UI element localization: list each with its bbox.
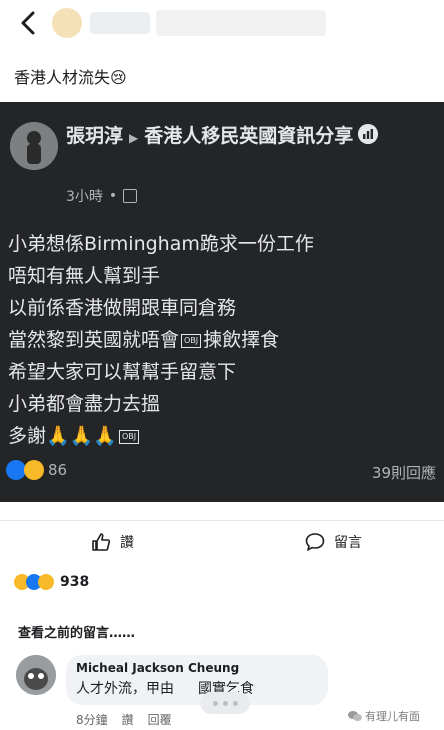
care-reaction-icon <box>24 460 44 480</box>
outer-reactions[interactable]: 938 <box>14 574 89 590</box>
like-button-label: 讚 <box>120 535 134 551</box>
audience-icon <box>123 189 138 203</box>
post-comment-count[interactable]: 39則回應 <box>372 462 436 483</box>
outer-reaction-count: 938 <box>60 574 90 590</box>
post-body: 小弟想係Birmingham跪求一份工作 唔知有無人幫到手 以前係香港做開跟車同… <box>8 228 438 452</box>
thumb-up-icon <box>92 533 111 551</box>
like-button[interactable]: 讚 <box>90 531 134 553</box>
top-bar <box>0 0 444 52</box>
obj-placeholder-icon: OBJ <box>118 429 140 444</box>
comment-icon <box>305 533 325 551</box>
comment-text: 人才外流，甲由 國實乞食 <box>76 681 254 697</box>
comment-button[interactable]: 留言 <box>304 531 362 553</box>
arrow-right-icon: ▶ <box>129 131 139 145</box>
comment-bubble: Micheal Jackson Cheung 人才外流，甲由 國實乞食 <box>66 655 328 705</box>
post-line: 唔知有無人幫到手 <box>8 265 161 287</box>
view-previous-comments-link[interactable]: 查看之前的留言…… <box>18 622 135 641</box>
post-meta: 3小時 • <box>66 186 138 206</box>
post-author-group-line: 張玥淳 ▶ 香港人移民英國資訊分享 <box>66 122 386 152</box>
watermark-text: 有理儿有面 <box>365 710 420 723</box>
action-bar: 讚 留言 <box>0 520 444 566</box>
obj-placeholder-icon: OBJ <box>181 333 202 348</box>
comment-like-link[interactable]: 讚 <box>122 711 134 728</box>
comment-reply-link[interactable]: 回覆 <box>148 711 172 728</box>
wow-reaction-icon <box>38 574 54 590</box>
post-line: 小弟都會盡力去搵 <box>8 393 161 415</box>
blurred-profile-header <box>52 8 326 38</box>
post-line: 以前係香港做開跟車同倉務 <box>8 297 237 319</box>
post-line: 當然黎到英國就唔會 OBJ 揀飲擇食 <box>8 329 280 351</box>
watermark: 有理儿有面 <box>348 708 420 724</box>
post-line: 多謝🙏🙏🙏 OBJ <box>8 420 438 452</box>
author-name[interactable]: 張玥淳 <box>66 125 123 147</box>
comment-meta: 8分鐘 讚 回覆 <box>76 711 172 728</box>
post-reaction-count: 86 <box>48 461 68 479</box>
back-chevron-icon[interactable] <box>14 8 44 38</box>
shared-post-card: 張玥淳 ▶ 香港人移民英國資訊分享 3小時 • 小弟想係Birmingham跪求一份… <box>0 102 444 502</box>
commenter-avatar[interactable] <box>16 655 56 695</box>
group-name[interactable]: 香港人移民英國資訊分享 <box>144 125 353 147</box>
wechat-icon <box>348 711 362 721</box>
post-line: 希望大家可以幫幫手留意下 <box>8 361 237 383</box>
dot-separator: • <box>108 188 118 204</box>
post-caption: 香港人材流失😢 <box>14 68 127 87</box>
post-time[interactable]: 3小時 <box>66 186 103 206</box>
author-avatar[interactable] <box>10 122 58 170</box>
typing-indicator <box>200 692 250 714</box>
post-reactions[interactable]: 86 <box>6 460 67 480</box>
commenter-name[interactable]: Micheal Jackson Cheung <box>76 661 318 675</box>
insights-icon[interactable] <box>358 124 378 144</box>
post-line: 小弟想係Birmingham跪求一份工作 <box>8 233 314 255</box>
like-reaction-icon <box>6 460 26 480</box>
comment-time: 8分鐘 <box>76 713 108 727</box>
comment-button-label: 留言 <box>334 535 362 551</box>
